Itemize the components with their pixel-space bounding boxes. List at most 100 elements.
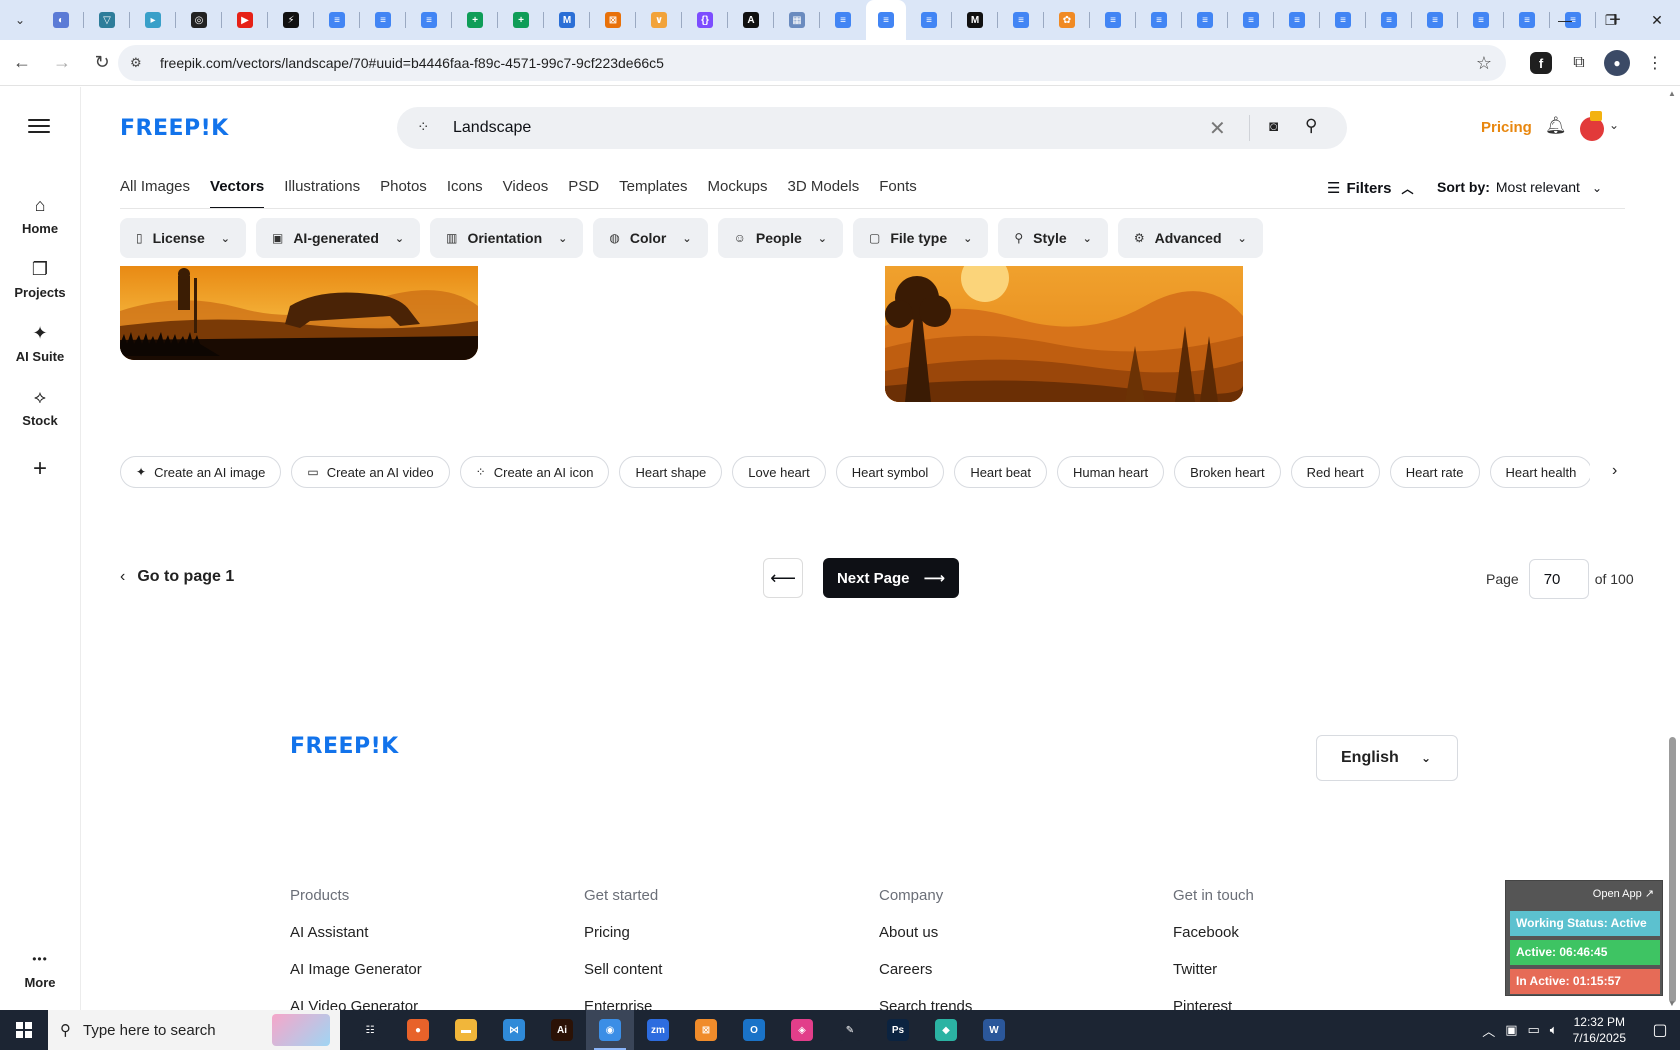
- browser-tab[interactable]: ▦: [774, 0, 820, 40]
- open-app-link[interactable]: Open App ↗: [1593, 887, 1654, 900]
- browser-tab[interactable]: ≡: [1090, 0, 1136, 40]
- browser-tab[interactable]: ≡: [998, 0, 1044, 40]
- forward-arrow-icon[interactable]: →: [44, 45, 80, 81]
- browser-tab[interactable]: ▸: [130, 0, 176, 40]
- filter-file-type[interactable]: ▢ File type ⌄: [853, 218, 989, 258]
- browser-tab[interactable]: ✿: [1044, 0, 1090, 40]
- tab-icons[interactable]: Icons: [447, 178, 483, 209]
- browser-tab[interactable]: ▶: [222, 0, 268, 40]
- rail-item-more[interactable]: ••• More: [0, 947, 80, 990]
- account-chevron-down-icon[interactable]: ⌄: [1609, 118, 1619, 132]
- browser-tab[interactable]: ≡: [1228, 0, 1274, 40]
- tab-mockups[interactable]: Mockups: [707, 178, 767, 209]
- rail-item-stock[interactable]: ⟡ Stock: [0, 385, 80, 428]
- hamburger-menu-icon[interactable]: [28, 115, 50, 137]
- freepik-logo[interactable]: FREEP!K: [120, 116, 229, 141]
- browser-tab[interactable]: M: [544, 0, 590, 40]
- related-chip-heart-health[interactable]: Heart health: [1489, 456, 1590, 488]
- related-chip-broken-heart[interactable]: Broken heart: [1174, 456, 1281, 488]
- filter-ai-generated[interactable]: ▣ AI-generated ⌄: [255, 218, 421, 258]
- tab-fonts[interactable]: Fonts: [879, 178, 917, 209]
- extension-f-icon[interactable]: f: [1530, 52, 1552, 74]
- filter-advanced[interactable]: ⚙ Advanced ⌄: [1117, 218, 1263, 258]
- taskbar-clock[interactable]: 12:32 PM 7/16/2025: [1573, 1014, 1626, 1046]
- search-icon[interactable]: ⚲: [1305, 116, 1317, 136]
- related-chip-red-heart[interactable]: Red heart: [1290, 456, 1380, 488]
- browser-tab[interactable]: +: [498, 0, 544, 40]
- footer-link[interactable]: About us: [879, 924, 972, 941]
- taskbar-app[interactable]: ⊠: [682, 1010, 730, 1050]
- tab-templates[interactable]: Templates: [619, 178, 687, 209]
- related-chip-create-an-ai-icon[interactable]: ⁘ Create an AI icon: [459, 456, 610, 488]
- sort-dropdown[interactable]: Sort by: Most relevant ⌄: [1437, 179, 1602, 195]
- filter-orientation[interactable]: ▥ Orientation ⌄: [430, 218, 584, 258]
- footer-link[interactable]: Twitter: [1173, 961, 1254, 978]
- address-bar[interactable]: ⚙ freepik.com/vectors/landscape/70#uuid=…: [118, 45, 1506, 81]
- volume-icon[interactable]: 🔈︎: [1550, 1022, 1558, 1038]
- footer-link[interactable]: AI Assistant: [290, 924, 422, 941]
- search-input[interactable]: [453, 115, 1053, 141]
- taskbar-app[interactable]: W: [970, 1010, 1018, 1050]
- notifications-icon[interactable]: ▢: [1640, 1020, 1680, 1040]
- footer-link[interactable]: Facebook: [1173, 924, 1254, 941]
- taskbar-app[interactable]: ◆: [922, 1010, 970, 1050]
- footer-link[interactable]: Sell content: [584, 961, 662, 978]
- browser-tab[interactable]: ≡: [360, 0, 406, 40]
- taskbar-app[interactable]: ☷: [346, 1010, 394, 1050]
- minimize-icon[interactable]: —: [1542, 0, 1588, 40]
- related-chip-heart-symbol[interactable]: Heart symbol: [835, 456, 945, 488]
- browser-tab[interactable]: {}: [682, 0, 728, 40]
- rail-item-home[interactable]: ⌂ Home: [0, 193, 80, 236]
- tab-all-images[interactable]: All Images: [120, 178, 190, 209]
- next-page-button[interactable]: Next Page ⟶: [823, 558, 959, 598]
- network-icon[interactable]: ▭: [1528, 1022, 1540, 1038]
- tab-psd[interactable]: PSD: [568, 178, 599, 209]
- rail-add-button[interactable]: +: [0, 457, 80, 481]
- filter-people[interactable]: ☺ People ⌄: [717, 218, 843, 258]
- taskbar-app[interactable]: O: [730, 1010, 778, 1050]
- notification-bell-icon[interactable]: 🔔︎: [1545, 116, 1567, 136]
- filter-style[interactable]: ⚲ Style ⌄: [998, 218, 1108, 258]
- tab-videos[interactable]: Videos: [503, 178, 549, 209]
- browser-tab[interactable]: ≡: [1458, 0, 1504, 40]
- taskbar-app[interactable]: zm: [634, 1010, 682, 1050]
- browser-tab[interactable]: ≡: [406, 0, 452, 40]
- related-chip-heart-shape[interactable]: Heart shape: [619, 456, 723, 488]
- user-avatar[interactable]: [1580, 111, 1604, 141]
- footer-link[interactable]: AI Image Generator: [290, 961, 422, 978]
- scroll-down-icon[interactable]: ▼: [1668, 999, 1676, 1008]
- result-image-sunset-forest[interactable]: [885, 266, 1243, 402]
- tray-app-icon[interactable]: ▣: [1505, 1022, 1517, 1038]
- page-scrollbar[interactable]: ▲ ▼: [1665, 87, 1680, 1010]
- filter-color[interactable]: ◍ Color ⌄: [593, 218, 708, 258]
- browser-tab[interactable]: ⊠: [590, 0, 636, 40]
- footer-link[interactable]: Pricing: [584, 924, 662, 941]
- taskbar-app[interactable]: Ps: [874, 1010, 922, 1050]
- tab-vectors[interactable]: Vectors: [210, 178, 265, 209]
- bookmark-star-icon[interactable]: ☆: [1476, 53, 1492, 74]
- footer-freepik-logo[interactable]: FREEP!K: [290, 734, 399, 759]
- go-to-page-1-link[interactable]: ‹ Go to page 1: [120, 568, 234, 586]
- language-select[interactable]: English ⌄: [1316, 735, 1458, 781]
- browser-tab[interactable]: A: [728, 0, 774, 40]
- chips-scroll-right-icon[interactable]: ›: [1612, 462, 1617, 480]
- browser-tab[interactable]: ≡: [866, 0, 906, 40]
- tab-search-chevron-icon[interactable]: ⌄: [6, 6, 34, 34]
- reload-icon[interactable]: ↻: [84, 45, 120, 81]
- browser-tab[interactable]: ⚡: [268, 0, 314, 40]
- browser-tab[interactable]: M: [952, 0, 998, 40]
- browser-tab[interactable]: ≡: [1412, 0, 1458, 40]
- scrollbar-thumb[interactable]: [1669, 737, 1676, 1003]
- browser-tab[interactable]: ▽: [84, 0, 130, 40]
- taskbar-app[interactable]: ◈: [778, 1010, 826, 1050]
- filters-toggle[interactable]: ☰ Filters ︿: [1327, 179, 1413, 197]
- profile-avatar-icon[interactable]: ●: [1604, 50, 1630, 76]
- footer-link[interactable]: Careers: [879, 961, 972, 978]
- scroll-up-icon[interactable]: ▲: [1668, 89, 1676, 98]
- pricing-link[interactable]: Pricing: [1481, 119, 1532, 136]
- result-image-farmer-buffalo[interactable]: [120, 266, 478, 360]
- browser-tab[interactable]: ≡: [906, 0, 952, 40]
- rail-item-ai-suite[interactable]: ✦ AI Suite: [0, 321, 80, 364]
- taskbar-app[interactable]: ◉: [586, 1010, 634, 1050]
- camera-search-icon[interactable]: ◙: [1269, 118, 1278, 135]
